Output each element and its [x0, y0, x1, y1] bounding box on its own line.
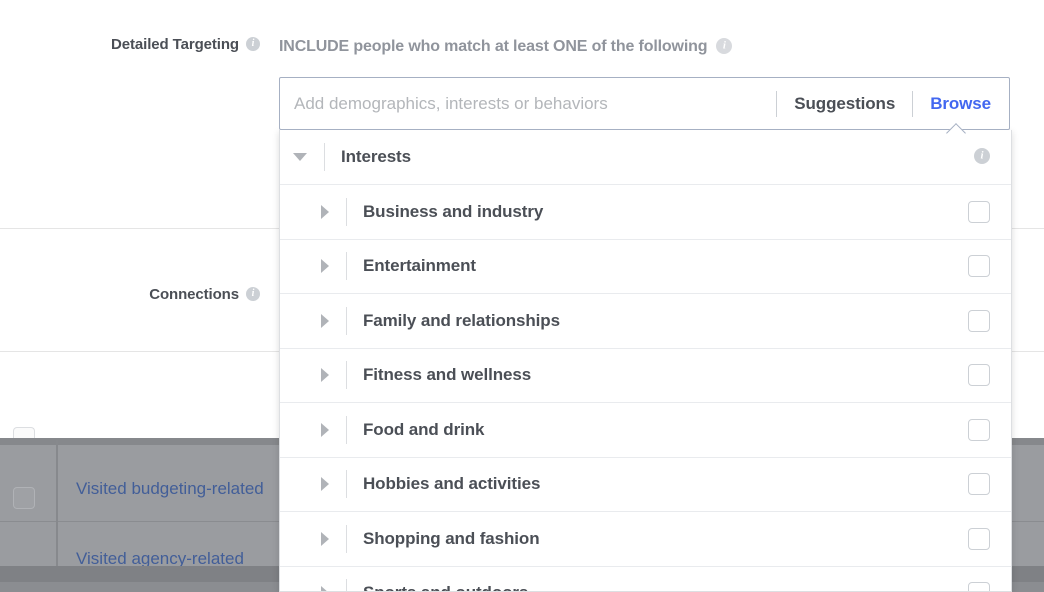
- dropdown-row-fitness-and-wellness[interactable]: Fitness and wellness: [280, 349, 1011, 404]
- dropdown-row-checkbox[interactable]: [968, 528, 990, 550]
- dropdown-row-checkbox[interactable]: [968, 364, 990, 386]
- field-label-connections-text: Connections: [149, 286, 239, 303]
- dropdown-row-hobbies-and-activities[interactable]: Hobbies and activities: [280, 458, 1011, 513]
- caret-right-icon[interactable]: [321, 423, 329, 437]
- dropdown-row-checkbox[interactable]: [968, 582, 990, 592]
- dimmed-row-rule: [56, 440, 58, 580]
- dropdown-row-label: Shopping and fashion: [347, 529, 968, 549]
- dropdown-section-interests-header[interactable]: Interests: [280, 130, 1011, 185]
- dropdown-row-family-and-relationships[interactable]: Family and relationships: [280, 294, 1011, 349]
- dropdown-row-label: Business and industry: [347, 202, 968, 222]
- include-heading: INCLUDE people who match at least ONE of…: [279, 38, 732, 56]
- tab-browse[interactable]: Browse: [913, 94, 1009, 114]
- caret-right-icon[interactable]: [321, 205, 329, 219]
- detailed-targeting-search-bar: Suggestions Browse: [279, 77, 1010, 130]
- dropdown-row-label: Sports and outdoors: [347, 583, 968, 592]
- include-heading-text: INCLUDE people who match at least ONE of…: [279, 38, 707, 55]
- dropdown-section-title: Interests: [325, 147, 974, 167]
- dropdown-row-label: Family and relationships: [347, 311, 968, 331]
- dimmed-row-checkbox[interactable]: [13, 487, 35, 509]
- info-icon[interactable]: [974, 148, 990, 164]
- info-icon[interactable]: [246, 37, 260, 51]
- caret-right-icon[interactable]: [321, 477, 329, 491]
- dropdown-header-info[interactable]: [974, 148, 990, 166]
- dropdown-row-checkbox[interactable]: [968, 310, 990, 332]
- dropdown-row-food-and-drink[interactable]: Food and drink: [280, 403, 1011, 458]
- info-icon[interactable]: [246, 287, 260, 301]
- dropdown-row-shopping-and-fashion[interactable]: Shopping and fashion: [280, 512, 1011, 567]
- field-label-detailed-targeting-text: Detailed Targeting: [111, 36, 239, 53]
- info-icon[interactable]: [716, 38, 732, 54]
- dropdown-row-label: Food and drink: [347, 420, 968, 440]
- caret-right-icon[interactable]: [321, 314, 329, 328]
- dropdown-row-sports-and-outdoors[interactable]: Sports and outdoors: [280, 567, 1011, 592]
- field-label-detailed-targeting: Detailed Targeting: [0, 36, 260, 53]
- dropdown-row-checkbox[interactable]: [968, 419, 990, 441]
- dropdown-row-checkbox[interactable]: [968, 201, 990, 223]
- dropdown-row-business-and-industry[interactable]: Business and industry: [280, 185, 1011, 240]
- caret-right-icon[interactable]: [321, 532, 329, 546]
- dropdown-row-checkbox[interactable]: [968, 473, 990, 495]
- active-tab-caret-icon: [946, 123, 966, 134]
- dropdown-row-label: Fitness and wellness: [347, 365, 968, 385]
- dropdown-row-entertainment[interactable]: Entertainment: [280, 240, 1011, 295]
- caret-right-icon[interactable]: [321, 259, 329, 273]
- browse-dropdown-panel: Interests Business and industry Entertai…: [279, 130, 1012, 592]
- dropdown-row-checkbox[interactable]: [968, 255, 990, 277]
- caret-right-icon[interactable]: [321, 586, 329, 592]
- page-root: Detailed Targeting Connections INCLUDE p…: [0, 0, 1044, 592]
- caret-right-icon[interactable]: [321, 368, 329, 382]
- dropdown-row-label: Entertainment: [347, 256, 968, 276]
- search-input[interactable]: [280, 78, 776, 129]
- dimmed-row-label-1[interactable]: Visited budgeting-related: [76, 479, 264, 499]
- dropdown-row-label: Hobbies and activities: [347, 474, 968, 494]
- tab-suggestions[interactable]: Suggestions: [777, 94, 912, 114]
- caret-down-icon[interactable]: [293, 153, 307, 161]
- field-label-connections: Connections: [0, 286, 260, 303]
